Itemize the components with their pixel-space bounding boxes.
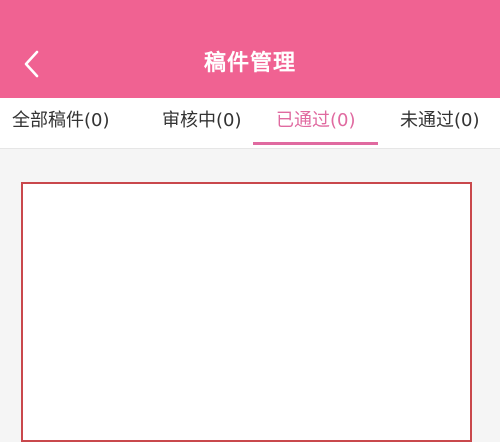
- tab-rejected[interactable]: 未通过(0): [400, 98, 480, 146]
- tab-approved[interactable]: 已通过(0): [276, 98, 356, 146]
- top-header: 稿件管理: [0, 0, 500, 98]
- page-title: 稿件管理: [203, 51, 296, 76]
- tab-under-review[interactable]: 审核中(0): [162, 98, 242, 146]
- tab-all[interactable]: 全部稿件(0): [12, 98, 110, 146]
- empty-list-area: [21, 182, 472, 442]
- active-tab-indicator: [253, 142, 378, 145]
- status-tabs: 全部稿件(0) 审核中(0) 已通过(0) 未通过(0): [0, 98, 500, 149]
